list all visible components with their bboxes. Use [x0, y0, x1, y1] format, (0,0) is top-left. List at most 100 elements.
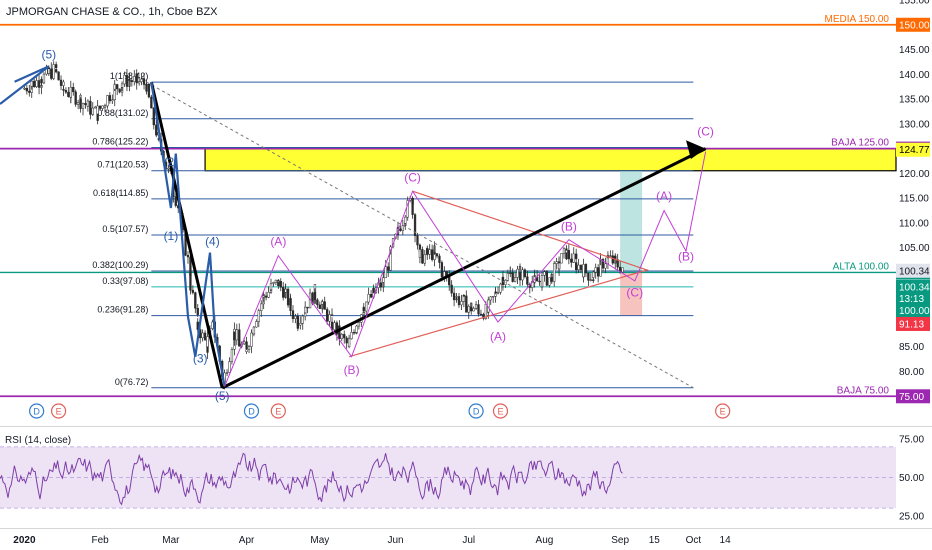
rsi-tick-label: 75.00 [899, 435, 924, 446]
fib-level-label: 0.236(91.28) [97, 305, 148, 315]
candle-body [560, 253, 563, 264]
price-chart[interactable]: MEDIA 150.00 BAJA 125.00 ALTA 100.00 BAJA 7… [0, 0, 932, 550]
candle-body [404, 216, 407, 224]
candle-body [313, 292, 317, 301]
candle-body [477, 308, 480, 315]
time-tick-label: Feb [91, 535, 109, 546]
candle-body [125, 75, 129, 87]
candle-body [416, 235, 419, 246]
candle-body [592, 271, 595, 278]
candle-body [262, 295, 265, 298]
candle-body [575, 253, 578, 259]
rsi-tick-label: 50.00 [899, 473, 924, 484]
candle-body [247, 346, 251, 350]
candle-body [274, 279, 278, 283]
candle-body [211, 321, 214, 329]
candle-body [103, 105, 107, 108]
candle-body [562, 248, 566, 254]
candle-body [548, 277, 551, 286]
candle-body [516, 268, 519, 278]
earnings-event-letter: E [275, 407, 281, 417]
candle-body [294, 316, 297, 319]
candle-body [387, 266, 390, 271]
candle-body [352, 332, 356, 334]
candle-body [186, 254, 190, 258]
fib-level-label: 0.786(125.22) [92, 137, 148, 147]
candle-body [147, 83, 151, 98]
candle-body [81, 103, 85, 109]
candle-body [35, 80, 38, 88]
candle-body [594, 267, 597, 273]
price-tick-label: 135.00 [899, 95, 930, 106]
candle-body [499, 283, 502, 293]
candle-body [142, 78, 146, 85]
candle-body [291, 310, 295, 319]
candle-body [526, 278, 529, 285]
candle-body [570, 258, 573, 263]
candle-body [72, 86, 75, 93]
candle-body [269, 283, 273, 291]
candle-body [557, 262, 561, 270]
candle-body [30, 80, 33, 87]
level-label-baja: BAJA 75.00 [837, 385, 890, 396]
time-tick-label: Jun [387, 535, 403, 546]
candle-body [67, 91, 70, 97]
candle-body [57, 71, 60, 81]
wave-label: (C) [626, 286, 643, 300]
candle-body [470, 306, 473, 312]
candle-body [340, 334, 343, 339]
candle-body [555, 261, 558, 264]
candle-body [582, 264, 585, 278]
candle-body [37, 80, 41, 88]
candle-body [118, 88, 121, 93]
candle-body [521, 269, 524, 281]
candle-body [540, 275, 544, 288]
wave-label: (5) [215, 389, 230, 403]
candle-body [94, 106, 97, 109]
candle-body [543, 271, 546, 276]
price-tick-label: 115.00 [899, 194, 929, 205]
yellow-target-zone [204, 148, 897, 172]
candle-body [286, 288, 290, 306]
candle-body [98, 105, 102, 109]
candle-body [196, 307, 199, 315]
candle-body [150, 106, 153, 109]
wave-label: (5) [41, 47, 56, 61]
candle-body [455, 296, 458, 298]
candle-body [64, 90, 68, 93]
wave-label: (A) [656, 189, 672, 203]
candle-body [289, 298, 292, 311]
fib-level-label: 0(76.72) [115, 377, 149, 387]
fib-level-label: 0.618(114.85) [93, 188, 148, 198]
level-price-tag-text: 75.00 [899, 392, 924, 403]
wave-label: (A) [490, 329, 506, 343]
dividend-event-letter: D [33, 407, 40, 417]
candle-body [343, 334, 346, 339]
candle-body [304, 306, 307, 314]
candle-body [511, 272, 514, 282]
candle-body [452, 292, 456, 301]
candle-body [496, 292, 500, 294]
candle-body [155, 124, 158, 136]
candle-body [296, 321, 300, 326]
candle-body [489, 296, 492, 301]
candle-body [189, 272, 192, 291]
candle-body [611, 255, 614, 264]
candle-body [423, 254, 426, 264]
time-tick-label: 15 [649, 535, 661, 546]
candle-body [101, 105, 104, 109]
candle-body [28, 90, 31, 93]
level-label-media: MEDIA 150.00 [825, 14, 890, 25]
candle-body [333, 322, 336, 331]
candle-body [345, 337, 348, 344]
price-tag-text: 124.77 [899, 145, 930, 156]
time-tick-label: Sep [611, 535, 629, 546]
candle-body [506, 273, 509, 281]
candle-body [411, 197, 414, 215]
wave-label: (B) [678, 250, 694, 264]
wave-label: (B) [561, 219, 577, 233]
level-price-tag-text: 150.00 [899, 20, 930, 31]
candle-body [264, 295, 268, 298]
candle-body [523, 269, 527, 278]
candle-body [550, 277, 553, 282]
